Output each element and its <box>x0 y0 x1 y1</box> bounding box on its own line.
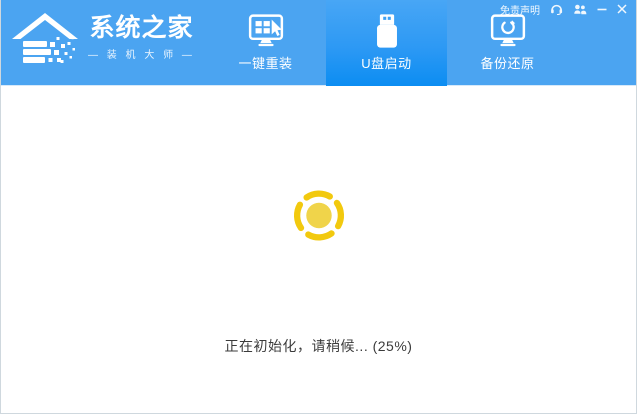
brand: 系统之家 — 装 机 大 师 — <box>10 12 195 64</box>
app-header: 系统之家 — 装 机 大 师 — <box>1 0 636 86</box>
disclaimer-link[interactable]: 免责声明 <box>500 2 540 17</box>
close-button[interactable] <box>617 4 627 14</box>
tab-usb-boot[interactable]: U盘启动 <box>326 0 447 86</box>
monitor-windows-cursor-icon <box>247 13 285 50</box>
loading-spinner-icon <box>290 187 347 244</box>
tab-label: U盘启动 <box>361 53 411 72</box>
app-title: 系统之家 <box>89 15 193 43</box>
support-headset-icon[interactable] <box>550 3 563 15</box>
titlebar-controls: 免责声明 <box>500 3 627 15</box>
tab-one-key-reinstall[interactable]: 一键重装 <box>205 0 326 86</box>
app-window: 系统之家 — 装 机 大 师 — <box>0 0 637 414</box>
tab-label: 一键重装 <box>238 53 292 72</box>
qq-group-people-icon[interactable] <box>573 4 587 15</box>
monitor-restore-icon <box>489 13 527 50</box>
tab-label: 备份还原 <box>480 53 534 72</box>
brand-text: 系统之家 — 装 机 大 师 — <box>88 15 195 61</box>
usb-drive-icon <box>368 13 406 50</box>
pixel-house-logo-icon <box>10 12 80 64</box>
app-subtitle: — 装 机 大 师 — <box>88 46 195 61</box>
content-area: 正在初始化，请稍候... (25%) <box>1 86 636 413</box>
minimize-button[interactable] <box>597 4 607 14</box>
status-text: 正在初始化，请稍候... (25%) <box>1 336 636 356</box>
